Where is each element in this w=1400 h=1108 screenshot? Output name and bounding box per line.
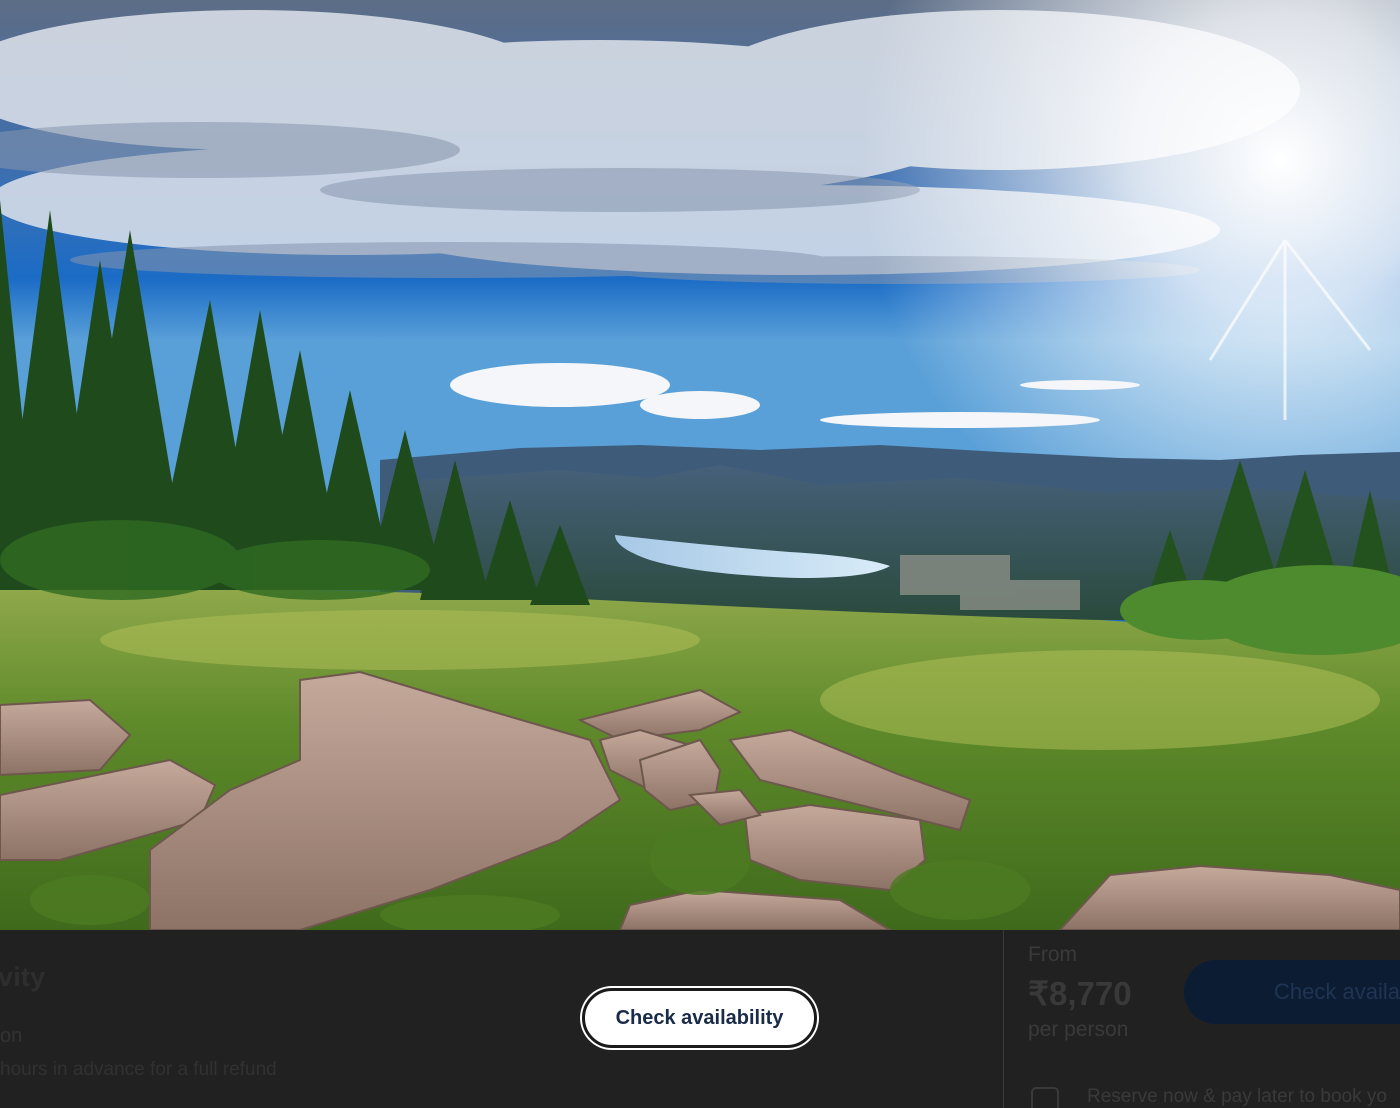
activity-title: vity bbox=[0, 962, 46, 992]
check-availability-button[interactable]: Check availability bbox=[582, 988, 817, 1048]
gallery-image[interactable] bbox=[0, 0, 1400, 930]
activity-detail-line: on bbox=[0, 1025, 23, 1047]
landscape-illustration bbox=[0, 0, 1400, 930]
reserve-note: Reserve now & pay later to book yo bbox=[1087, 1086, 1387, 1107]
price-from-label: From bbox=[1028, 943, 1077, 966]
calendar-icon bbox=[1031, 1087, 1059, 1108]
cancellation-text: hours in advance for a full refund bbox=[0, 1059, 277, 1080]
lightbox-overlay: vity on hours in advance for a full refu… bbox=[0, 0, 1400, 1108]
check-availability-cta[interactable]: Check availa bbox=[1184, 960, 1400, 1024]
divider bbox=[1003, 930, 1004, 1108]
price-value: ₹8,770 bbox=[1028, 975, 1132, 1012]
price-unit-label: per person bbox=[1028, 1018, 1129, 1041]
